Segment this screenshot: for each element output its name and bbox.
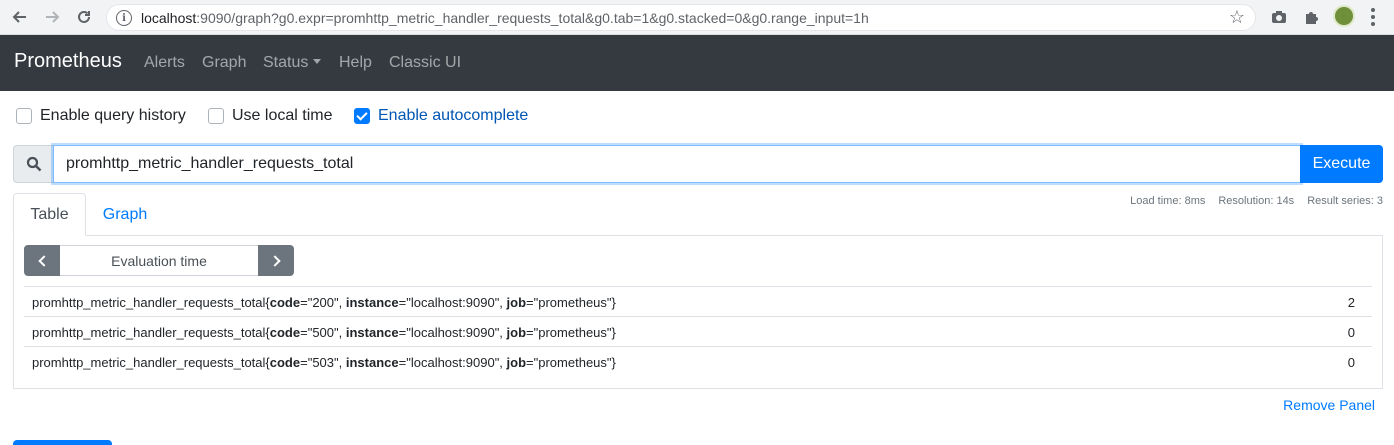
local-time-label: Use local time: [232, 107, 333, 124]
result-series-stat: Result series: 3: [1307, 195, 1383, 207]
search-icon: [13, 145, 53, 183]
caret-down-icon: [313, 59, 322, 64]
table-row: promhttp_metric_handler_requests_total{c…: [24, 286, 1372, 316]
query-history-checkbox[interactable]: [16, 108, 32, 124]
series-value: 2: [1347, 295, 1355, 310]
load-time-stat: Load time: 8ms: [1130, 195, 1206, 207]
query-history-label: Enable query history: [40, 107, 186, 124]
local-time-option[interactable]: Use local time: [208, 107, 332, 125]
tab-table[interactable]: Table: [13, 193, 86, 236]
expression-input[interactable]: [53, 145, 1301, 183]
url-text: localhost:9090/graph?g0.expr=promhttp_me…: [141, 10, 869, 26]
nav-status-label: Status: [263, 54, 309, 71]
table-row: promhttp_metric_handler_requests_total{c…: [24, 316, 1372, 346]
autocomplete-option[interactable]: Enable autocomplete: [354, 107, 528, 125]
profile-avatar[interactable]: [1333, 5, 1355, 27]
browser-menu-icon[interactable]: [1368, 6, 1378, 28]
nav-alerts[interactable]: Alerts: [144, 54, 185, 72]
query-stats: Load time: 8ms Resolution: 14s Result se…: [1130, 195, 1383, 207]
extensions-puzzle-icon[interactable]: [1300, 6, 1322, 28]
reload-icon[interactable]: [72, 5, 96, 29]
camera-icon[interactable]: [1268, 6, 1290, 28]
tab-graph[interactable]: Graph: [86, 193, 164, 236]
chevron-left-icon: [37, 254, 50, 267]
series-value: 0: [1347, 325, 1355, 340]
series-label: promhttp_metric_handler_requests_total{c…: [32, 295, 616, 310]
nav-help[interactable]: Help: [339, 54, 372, 72]
address-bar[interactable]: i localhost:9090/graph?g0.expr=promhttp_…: [106, 4, 1256, 31]
eval-time-input[interactable]: Evaluation time: [60, 245, 258, 276]
brand-logo[interactable]: Prometheus: [14, 50, 122, 73]
nav-graph[interactable]: Graph: [202, 54, 246, 72]
series-label: promhttp_metric_handler_requests_total{c…: [32, 325, 616, 340]
query-history-option[interactable]: Enable query history: [16, 107, 186, 125]
autocomplete-label: Enable autocomplete: [378, 107, 529, 124]
resolution-stat: Resolution: 14s: [1218, 195, 1295, 207]
execute-button[interactable]: Execute: [1300, 145, 1383, 183]
table-row: promhttp_metric_handler_requests_total{c…: [24, 346, 1372, 376]
back-arrow-icon[interactable]: [8, 5, 32, 29]
nav-classic-ui[interactable]: Classic UI: [389, 54, 461, 72]
eval-time-next-button[interactable]: [258, 245, 294, 276]
bookmark-star-icon[interactable]: ☆: [1229, 7, 1245, 28]
navbar: Prometheus Alerts Graph Status Help Clas…: [0, 35, 1394, 91]
series-value: 0: [1347, 355, 1355, 370]
autocomplete-checkbox[interactable]: [354, 108, 370, 124]
remove-panel-link[interactable]: Remove Panel: [1283, 397, 1375, 413]
chevron-right-icon: [268, 254, 281, 267]
add-panel-button[interactable]: [13, 440, 112, 445]
local-time-checkbox[interactable]: [208, 108, 224, 124]
forward-arrow-icon[interactable]: [40, 5, 64, 29]
browser-toolbar: i localhost:9090/graph?g0.expr=promhttp_…: [0, 0, 1394, 35]
site-info-icon[interactable]: i: [116, 10, 132, 26]
series-label: promhttp_metric_handler_requests_total{c…: [32, 355, 616, 370]
nav-status[interactable]: Status: [263, 54, 322, 72]
eval-time-prev-button[interactable]: [24, 245, 60, 276]
